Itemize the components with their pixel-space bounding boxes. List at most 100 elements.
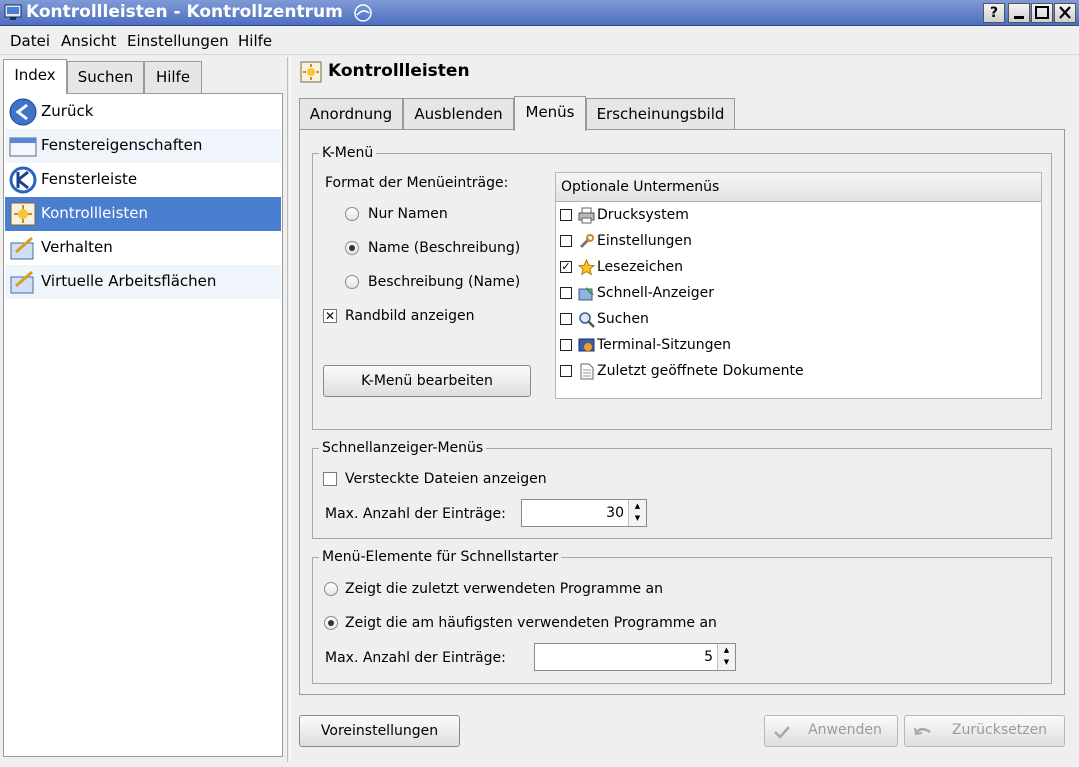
nav-item-fensterleiste[interactable]: Fensterleiste — [5, 163, 281, 197]
list-item[interactable]: ✓ Lesezeichen — [559, 255, 1039, 281]
printer-icon — [578, 207, 595, 224]
tab-erscheinungsbild[interactable]: Erscheinungsbild — [586, 98, 735, 130]
nav-item-label: Verhalten — [41, 238, 113, 256]
defaults-button[interactable]: Voreinstellungen — [299, 715, 460, 747]
checkbox[interactable]: ✓ — [560, 261, 572, 273]
close-button[interactable] — [1054, 3, 1076, 23]
tab-anordnung[interactable]: Anordnung — [299, 98, 403, 130]
checkbox[interactable] — [560, 235, 572, 247]
list-item-label: Lesezeichen — [597, 259, 683, 275]
max-entries-label: Max. Anzahl der Einträge: — [325, 650, 506, 666]
list-item[interactable]: Terminal-Sitzungen — [559, 333, 1039, 359]
radio-name-beschreibung[interactable]: Name (Beschreibung) — [344, 240, 544, 258]
radio-label: Zeigt die zuletzt verwendeten Programme … — [345, 581, 664, 597]
submenus-list[interactable]: Optionale Untermenüs Drucksystem Einstel… — [555, 172, 1042, 399]
radio-beschreibung-name[interactable]: Beschreibung (Name) — [344, 274, 544, 292]
tab-ausblenden[interactable]: Ausblenden — [403, 98, 514, 130]
quickstart-max-spinbox[interactable]: 5 ▲ ▼ — [534, 643, 736, 671]
nav-item-zurueck[interactable]: Zurück — [5, 95, 281, 129]
menu-hilfe[interactable]: Hilfe — [238, 32, 272, 50]
virtual-desktops-icon — [10, 270, 34, 294]
control-center-icon — [4, 4, 22, 20]
hidden-files-checkbox[interactable]: Versteckte Dateien anzeigen — [323, 471, 583, 489]
radio-nur-namen[interactable]: Nur Namen — [344, 206, 544, 224]
checkbox[interactable] — [560, 313, 572, 325]
minimize-icon — [1014, 16, 1024, 19]
radio-frequent-programs[interactable]: Zeigt die am häufigsten verwendeten Prog… — [323, 615, 743, 633]
radio-label: Zeigt die am häufigsten verwendeten Prog… — [345, 615, 717, 631]
close-icon — [1059, 6, 1071, 19]
checkmark-icon — [774, 726, 790, 739]
title-bar[interactable]: Kontrollleisten - Kontrollzentrum ? — [0, 0, 1079, 26]
reset-label: Zurücksetzen — [951, 722, 1048, 738]
list-item-label: Terminal-Sitzungen — [597, 337, 731, 353]
radio-label: Name (Beschreibung) — [368, 240, 521, 256]
checkbox[interactable] — [323, 472, 337, 486]
terminal-icon — [578, 338, 595, 352]
menu-einstellungen[interactable]: Einstellungen — [127, 32, 229, 50]
checkbox[interactable] — [560, 209, 572, 221]
radio-button[interactable] — [345, 241, 359, 255]
wrench-icon — [579, 234, 594, 249]
radio-button[interactable] — [345, 275, 359, 289]
checkbox-label: Versteckte Dateien anzeigen — [345, 471, 547, 487]
quickbrowser-group — [312, 448, 1052, 539]
list-item[interactable]: Zuletzt geöffnete Dokumente — [559, 359, 1039, 385]
nav-item-label: Zurück — [41, 102, 94, 120]
spinbox-arrows[interactable]: ▲ ▼ — [717, 644, 735, 670]
maximize-icon — [1035, 6, 1049, 19]
radio-button[interactable] — [345, 207, 359, 221]
quickbrowser-group-title: Schnellanzeiger-Menüs — [319, 440, 487, 456]
edit-kmenu-button[interactable]: K-Menü bearbeiten — [323, 365, 531, 397]
apply-button[interactable]: Anwenden — [764, 715, 898, 747]
behavior-icon — [10, 236, 34, 260]
nav-item-verhalten[interactable]: Verhalten — [5, 231, 281, 265]
spinbox-value: 30 — [606, 505, 624, 521]
list-item[interactable]: Einstellungen — [559, 229, 1039, 255]
nav-item-label: Fensterleiste — [41, 170, 138, 188]
nav-item-virtuelle-arbeitsflaechen[interactable]: Virtuelle Arbeitsflächen — [5, 265, 281, 299]
page-title: Kontrollleisten — [328, 61, 470, 81]
minimize-button[interactable] — [1008, 3, 1030, 23]
list-item[interactable]: Suchen — [559, 307, 1039, 333]
sidebar-image-checkbox[interactable]: ✕ Randbild anzeigen — [323, 308, 523, 326]
list-item[interactable]: Drucksystem — [559, 203, 1039, 229]
checkbox[interactable] — [560, 365, 572, 377]
menu-datei[interactable]: Datei — [10, 32, 50, 50]
spinbox-arrows[interactable]: ▲ ▼ — [628, 500, 646, 526]
quickbrowser-icon — [578, 287, 594, 301]
document-icon — [580, 363, 594, 380]
tab-suchen[interactable]: Suchen — [67, 61, 144, 94]
maximize-button[interactable] — [1031, 3, 1053, 23]
submenus-header[interactable]: Optionale Untermenüs — [556, 173, 1041, 202]
tab-hilfe[interactable]: Hilfe — [144, 61, 202, 94]
desktop-sticky-icon[interactable] — [350, 2, 376, 24]
checkbox[interactable] — [560, 339, 572, 351]
radio-button[interactable] — [324, 616, 338, 630]
tab-index[interactable]: Index — [3, 59, 67, 94]
nav-item-fenstereigenschaften[interactable]: Fenstereigenschaften — [5, 129, 281, 163]
panel-splitter[interactable] — [287, 57, 291, 762]
nav-item-kontrollleisten[interactable]: Kontrollleisten — [5, 197, 281, 231]
list-item-label: Suchen — [597, 311, 649, 327]
quickbrowser-max-spinbox[interactable]: 30 ▲ ▼ — [521, 499, 647, 527]
reset-button[interactable]: Zurücksetzen — [904, 715, 1065, 747]
tab-menues[interactable]: Menüs — [514, 96, 586, 131]
panel-icon — [300, 61, 322, 83]
checkbox-label: Randbild anzeigen — [345, 308, 475, 324]
menu-ansicht[interactable]: Ansicht — [61, 32, 116, 50]
radio-recent-programs[interactable]: Zeigt die zuletzt verwendeten Programme … — [323, 581, 743, 599]
window-title: Kontrollleisten - Kontrollzentrum — [26, 2, 343, 22]
kde-logo-icon — [9, 166, 37, 194]
spinbox-value: 5 — [704, 649, 713, 665]
list-item-label: Schnell-Anzeiger — [597, 285, 715, 301]
menu-bar: Datei Ansicht Einstellungen Hilfe — [0, 27, 1079, 55]
radio-button[interactable] — [324, 582, 338, 596]
checkbox[interactable] — [560, 287, 572, 299]
nav-item-label: Fenstereigenschaften — [41, 136, 203, 154]
checkbox[interactable]: ✕ — [323, 309, 337, 323]
module-tree[interactable]: Zurück Fenstereigenschaften Fensterleist… — [3, 93, 283, 757]
list-item[interactable]: Schnell-Anzeiger — [559, 281, 1039, 307]
magnifier-icon — [579, 312, 595, 328]
help-button[interactable]: ? — [983, 3, 1005, 23]
